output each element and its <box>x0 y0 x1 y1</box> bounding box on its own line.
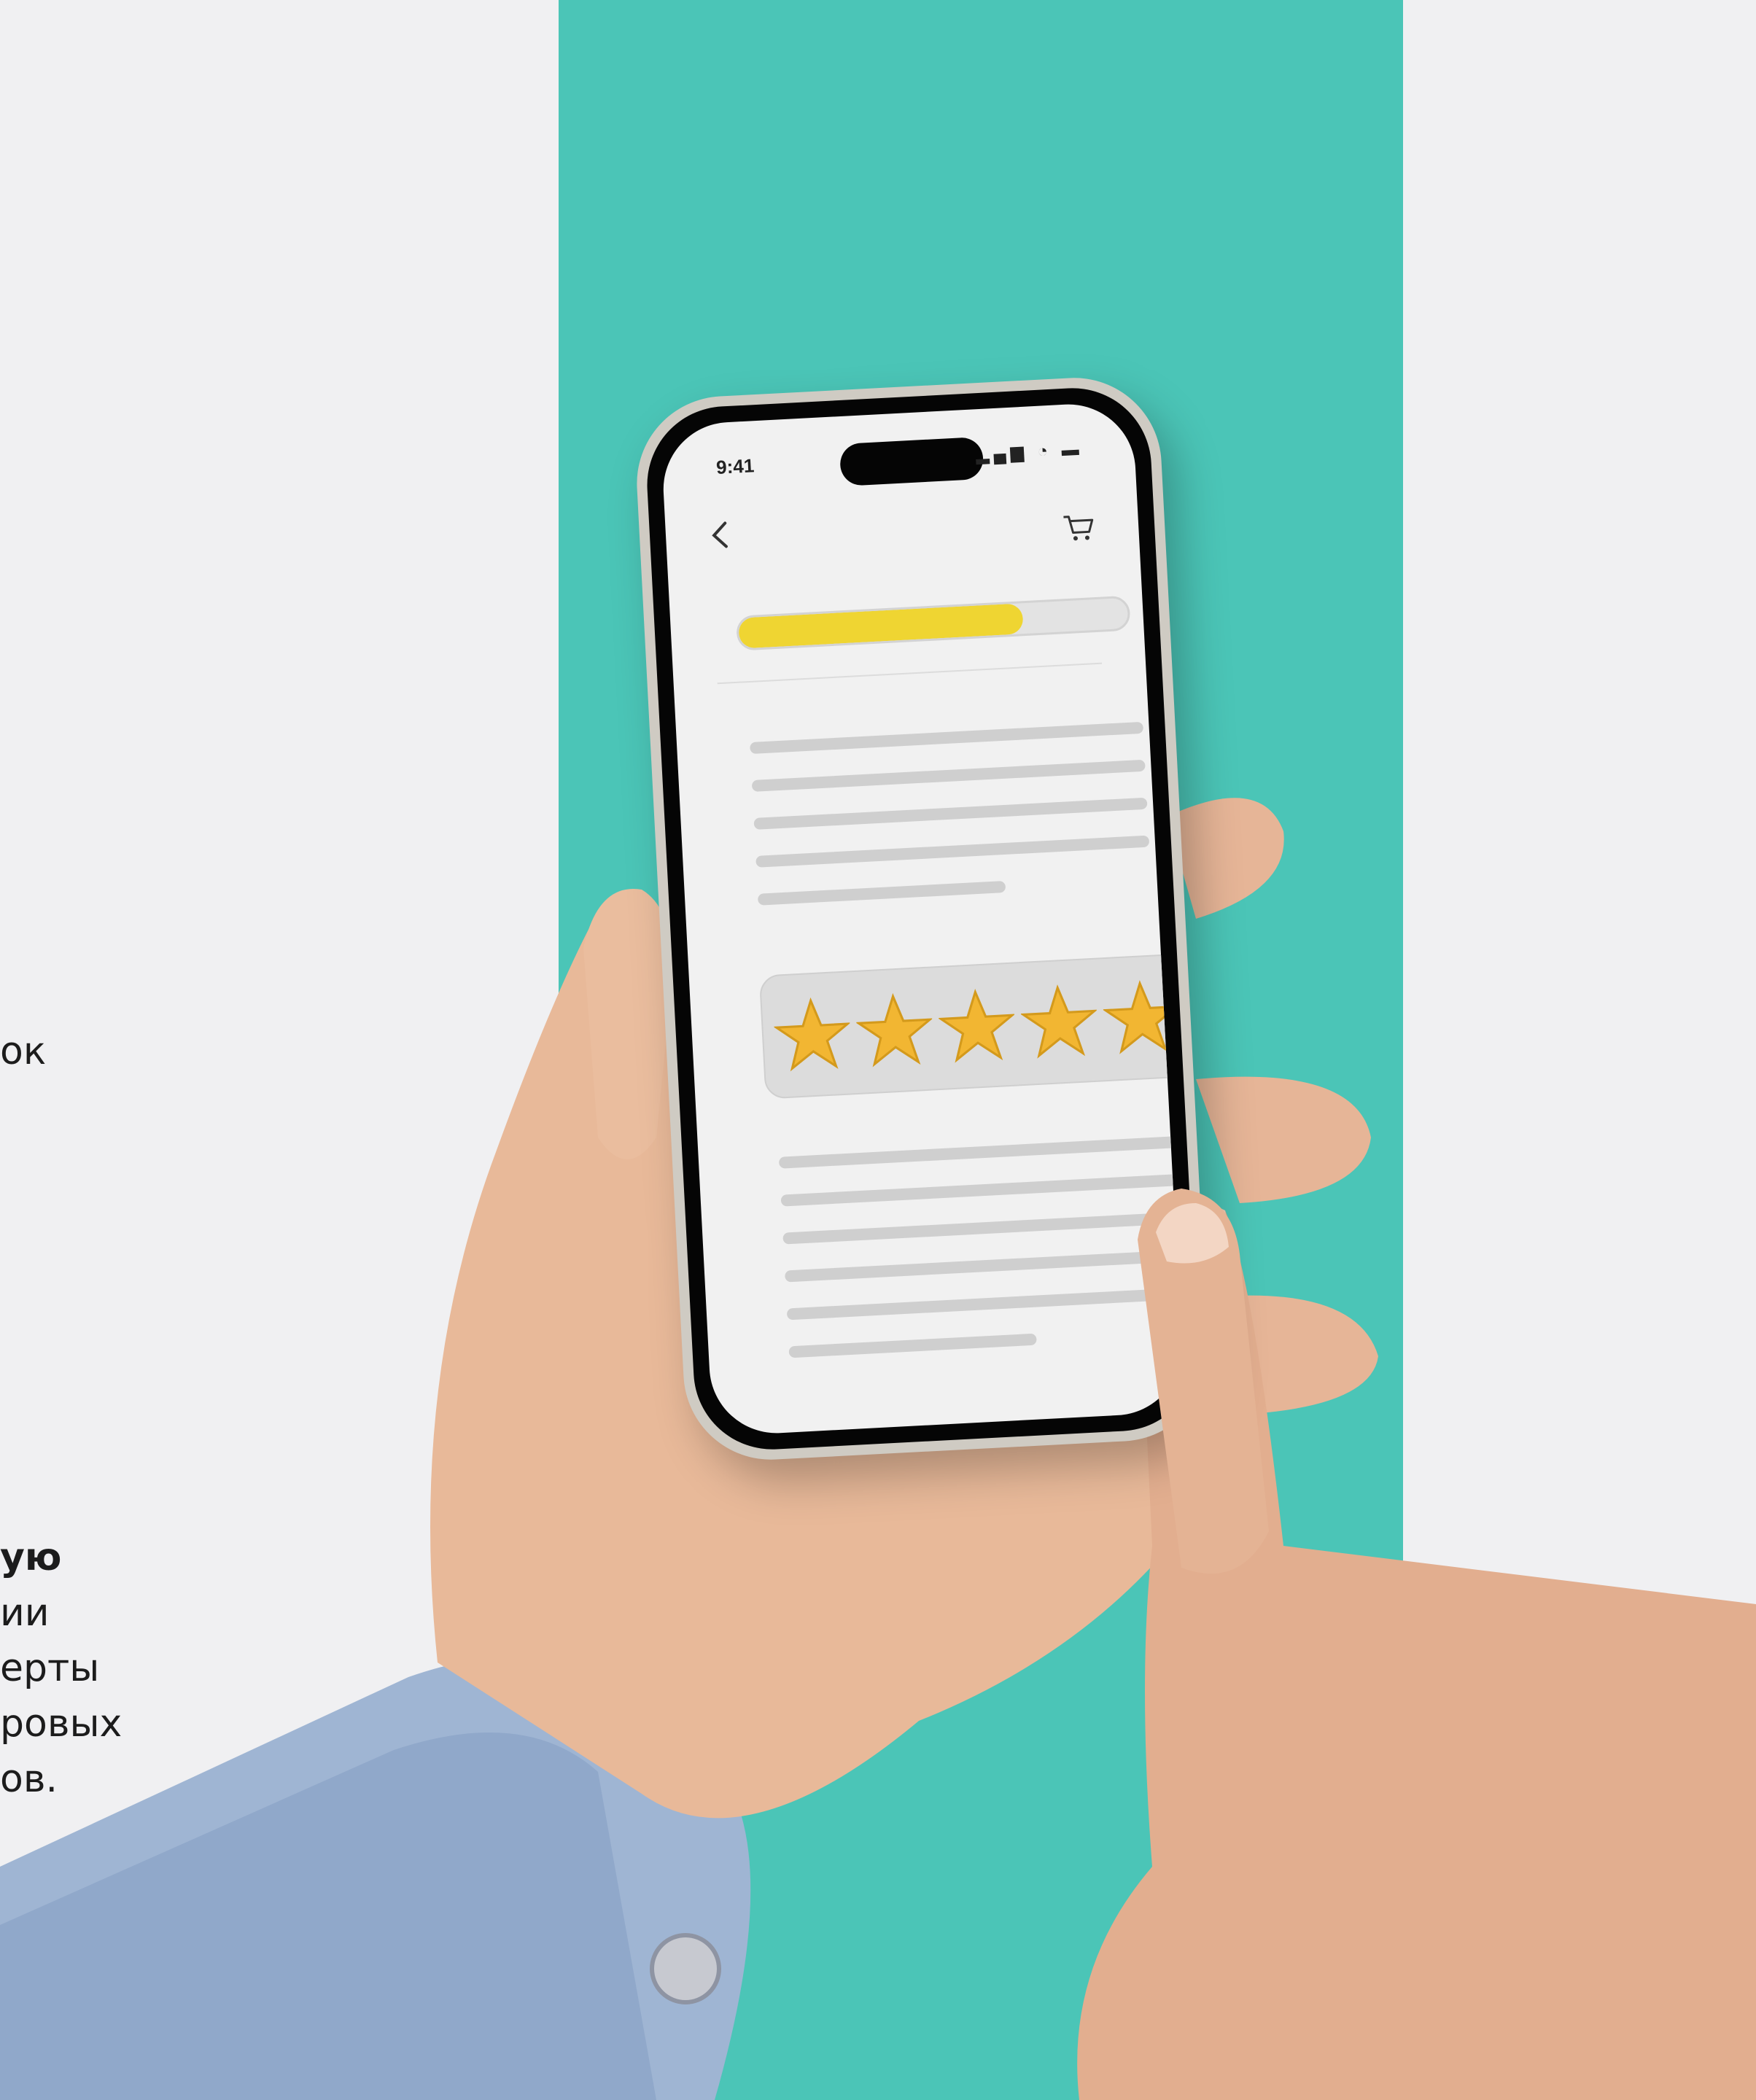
cart-icon <box>1063 516 1094 541</box>
placeholder-text-line <box>778 1135 1180 1169</box>
phone-bezel: 9:41 ▂▄▆ ◔ ▬ <box>643 384 1202 1454</box>
placeholder-text-line <box>755 835 1150 868</box>
star-icon[interactable] <box>1019 982 1099 1062</box>
cart-button[interactable] <box>1062 513 1095 543</box>
placeholder-text-line <box>782 1211 1184 1245</box>
placeholder-text-line <box>780 1173 1182 1207</box>
placeholder-text-line <box>786 1287 1185 1321</box>
placeholder-text-line <box>751 759 1146 792</box>
back-button[interactable] <box>709 518 731 559</box>
placeholder-text-line <box>757 880 1006 906</box>
star-icon[interactable] <box>1102 978 1181 1057</box>
star-icon[interactable] <box>772 995 852 1074</box>
progress-bar <box>735 595 1131 651</box>
phone-screen: 9:41 ▂▄▆ ◔ ▬ <box>660 400 1185 1437</box>
progress-fill <box>738 603 1024 649</box>
placeholder-text-line <box>753 797 1148 830</box>
status-time: 9:41 <box>715 454 755 478</box>
back-chevron-icon <box>712 521 728 548</box>
dynamic-island <box>839 436 984 487</box>
placeholder-text-line <box>784 1249 1185 1283</box>
star-icon[interactable] <box>937 987 1017 1066</box>
star-icon[interactable] <box>855 991 934 1070</box>
smartphone: 9:41 ▂▄▆ ◔ ▬ <box>632 373 1213 1464</box>
cufflink-icon <box>650 1933 721 2004</box>
placeholder-text-line <box>750 721 1144 755</box>
placeholder-text-line <box>788 1333 1037 1358</box>
star-rating[interactable] <box>758 952 1185 1100</box>
header-divider <box>717 662 1103 685</box>
status-icons: ▂▄▆ ◔ ▬ <box>975 439 1084 465</box>
